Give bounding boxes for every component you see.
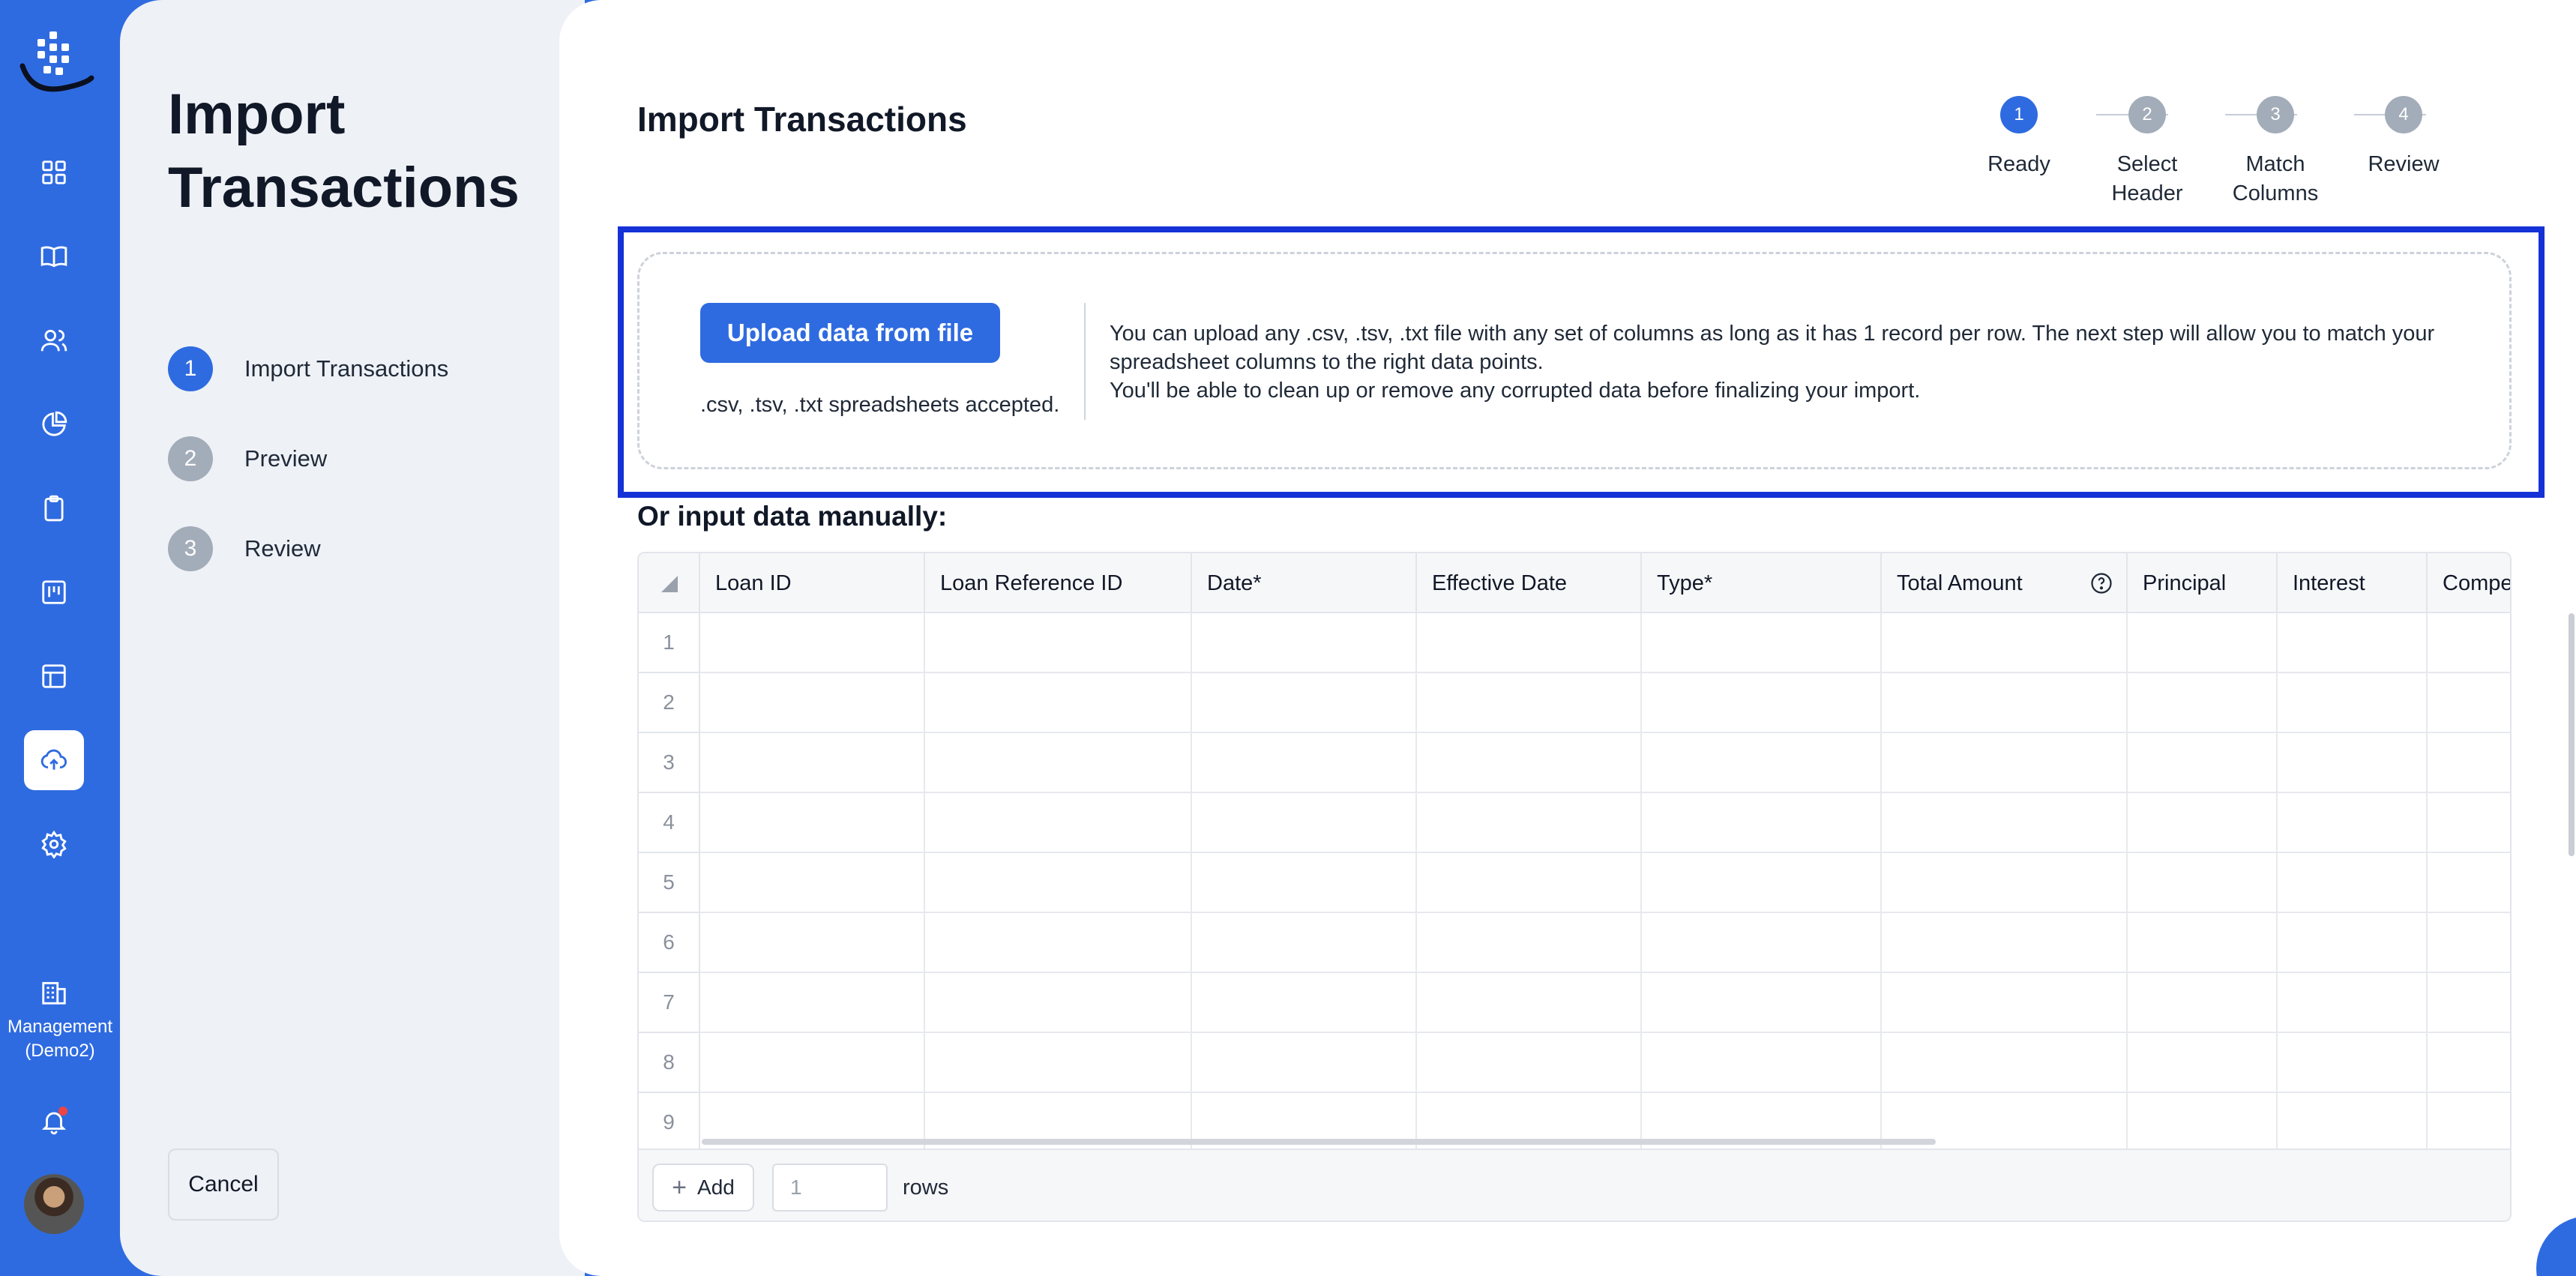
stepper-step-select-header: 2 Select Header bbox=[2072, 96, 2222, 208]
grid-body[interactable]: 1 2 3 4 5 6 7 8 9 bbox=[639, 613, 2510, 1149]
upload-file-button[interactable]: Upload data from file bbox=[700, 303, 1000, 363]
grid-row-line bbox=[700, 672, 2510, 673]
organization-label[interactable]: Management (Demo2) bbox=[0, 1015, 120, 1063]
manual-input-heading: Or input data manually: bbox=[637, 501, 948, 532]
rows-label: rows bbox=[903, 1176, 949, 1200]
column-header[interactable]: Effective Date bbox=[1417, 553, 1642, 613]
add-rows-button[interactable]: + Add bbox=[652, 1164, 754, 1212]
stepper-step-review: 4 Review bbox=[2329, 96, 2479, 179]
row-number[interactable]: 8 bbox=[639, 1033, 700, 1093]
grid-row-line bbox=[700, 792, 2510, 793]
avatar[interactable] bbox=[24, 1174, 84, 1234]
wizard-step-label: Import Transactions bbox=[244, 355, 449, 382]
main-content: Import Transactions 1 Ready 2 Select Hea… bbox=[559, 0, 2576, 1276]
grid-column-line bbox=[2276, 613, 2278, 1149]
grid-column-line bbox=[2426, 613, 2428, 1149]
grid-horizontal-scrollbar[interactable] bbox=[702, 1139, 1936, 1145]
select-all-triangle-icon bbox=[661, 576, 678, 592]
grid-row-line bbox=[700, 732, 2510, 733]
table-icon[interactable] bbox=[34, 657, 73, 696]
grid-row-line bbox=[700, 1092, 2510, 1093]
board-icon[interactable] bbox=[34, 573, 73, 612]
row-number[interactable]: 2 bbox=[639, 673, 700, 733]
stepper-step-number: 1 bbox=[2000, 96, 2038, 133]
grid-header: Loan ID Loan Reference ID Date* Effectiv… bbox=[639, 553, 2510, 613]
grid-column-line bbox=[2126, 613, 2128, 1149]
row-number[interactable]: 7 bbox=[639, 973, 700, 1033]
row-number[interactable]: 3 bbox=[639, 733, 700, 793]
upload-cloud-icon[interactable] bbox=[24, 730, 84, 790]
column-header[interactable]: Loan Reference ID bbox=[925, 553, 1192, 613]
accepted-formats-text: .csv, .tsv, .txt spreadsheets accepted. bbox=[700, 393, 1060, 417]
grid-column-line bbox=[1191, 613, 1192, 1149]
app-logo[interactable] bbox=[16, 28, 94, 96]
wizard-step-label: Preview bbox=[244, 445, 328, 472]
row-number[interactable]: 1 bbox=[639, 613, 700, 673]
grid-row-line bbox=[700, 1032, 2510, 1033]
column-header-label: Total Amount bbox=[1897, 571, 2023, 595]
grid-column-line bbox=[1880, 613, 1882, 1149]
row-number[interactable]: 9 bbox=[639, 1093, 700, 1149]
grid-row-line bbox=[700, 852, 2510, 853]
stepper-step-label: Select Header bbox=[2111, 152, 2183, 205]
dashboard-icon[interactable] bbox=[34, 153, 73, 192]
stepper-step-number: 2 bbox=[2128, 96, 2166, 133]
grid-column-line bbox=[924, 613, 925, 1149]
rows-count-input[interactable] bbox=[772, 1164, 888, 1212]
stepper-step-number: 3 bbox=[2257, 96, 2294, 133]
grid-footer: + Add rows bbox=[639, 1149, 2510, 1221]
book-icon[interactable] bbox=[34, 237, 73, 276]
column-header[interactable]: Date* bbox=[1192, 553, 1417, 613]
help-circle-icon[interactable] bbox=[2090, 572, 2113, 595]
row-number[interactable]: 6 bbox=[639, 913, 700, 973]
column-header[interactable]: Loan ID bbox=[700, 553, 925, 613]
cancel-button[interactable]: Cancel bbox=[168, 1149, 279, 1221]
wizard-panel: Import Transactions 1 Import Transaction… bbox=[120, 0, 585, 1276]
stepper-step-label: Match Columns bbox=[2232, 152, 2319, 205]
wizard-title: Import Transactions bbox=[168, 82, 520, 220]
users-icon[interactable] bbox=[34, 321, 73, 360]
grid-row-line bbox=[700, 972, 2510, 973]
stepper-step-label: Ready bbox=[1987, 152, 2050, 176]
nav-rail: Management (Demo2) bbox=[0, 0, 120, 1276]
stepper-step-match-columns: 3 Match Columns bbox=[2200, 96, 2350, 208]
add-rows-label: Add bbox=[697, 1176, 735, 1199]
grid-vertical-scrollbar[interactable] bbox=[2569, 613, 2575, 856]
upload-description-line: You can upload any .csv, .tsv, .txt file… bbox=[1110, 322, 2435, 374]
column-header[interactable]: Interest bbox=[2278, 553, 2428, 613]
grid-column-line bbox=[1640, 613, 1642, 1149]
upload-description-line: You'll be able to clean up or remove any… bbox=[1110, 379, 1921, 403]
plus-icon: + bbox=[672, 1173, 687, 1202]
column-header-total-amount[interactable]: Total Amount bbox=[1882, 553, 2128, 613]
pie-chart-icon[interactable] bbox=[34, 405, 73, 444]
row-number[interactable]: 5 bbox=[639, 853, 700, 913]
wizard-step-label: Review bbox=[244, 535, 321, 562]
wizard-step-review[interactable]: 3 Review bbox=[168, 526, 321, 571]
building-icon[interactable] bbox=[34, 973, 73, 1012]
wizard-step-preview[interactable]: 2 Preview bbox=[168, 436, 327, 481]
stepper-step-number: 4 bbox=[2385, 96, 2422, 133]
page-title: Import Transactions bbox=[637, 100, 967, 139]
wizard-step-number: 1 bbox=[168, 346, 213, 391]
select-all-corner[interactable] bbox=[639, 553, 700, 613]
notification-dot bbox=[58, 1107, 67, 1116]
grid-column-line bbox=[1415, 613, 1417, 1149]
clipboard-icon[interactable] bbox=[34, 489, 73, 528]
wizard-step-import[interactable]: 1 Import Transactions bbox=[168, 346, 448, 391]
wizard-step-number: 2 bbox=[168, 436, 213, 481]
stepper-step-label: Review bbox=[2368, 152, 2440, 176]
upload-divider bbox=[1084, 303, 1086, 420]
wizard-step-number: 3 bbox=[168, 526, 213, 571]
upload-description: You can upload any .csv, .tsv, .txt file… bbox=[1110, 319, 2474, 405]
gear-icon[interactable] bbox=[34, 825, 73, 864]
column-header[interactable]: Type* bbox=[1642, 553, 1882, 613]
grid-row-line bbox=[700, 912, 2510, 913]
column-header[interactable]: Principal bbox=[2128, 553, 2278, 613]
stepper-step-ready: 1 Ready bbox=[1944, 96, 2094, 179]
column-header[interactable]: Compe bbox=[2428, 553, 2510, 613]
data-grid: Loan ID Loan Reference ID Date* Effectiv… bbox=[637, 552, 2512, 1222]
row-number[interactable]: 4 bbox=[639, 793, 700, 853]
bell-icon[interactable] bbox=[34, 1102, 73, 1141]
